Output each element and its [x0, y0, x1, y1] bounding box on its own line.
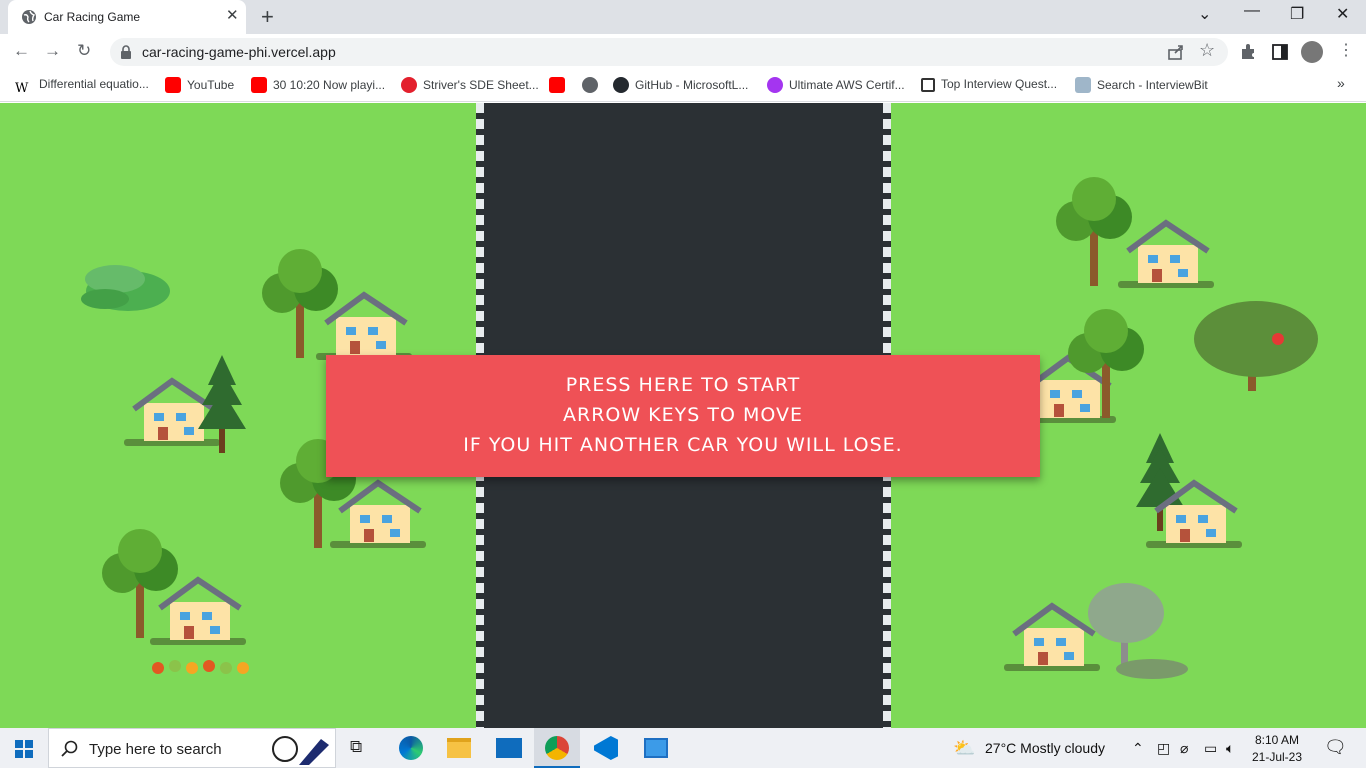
bookmark-github[interactable]: GitHub - MicrosoftL... [613, 77, 748, 93]
udemy-icon [767, 77, 783, 93]
flower-row-icon [152, 660, 249, 674]
bookmark-interviewbit[interactable]: Search - InterviewBit [1075, 77, 1208, 93]
edge-icon[interactable] [399, 736, 423, 760]
more-bookmarks-icon[interactable]: » [1337, 75, 1345, 91]
weather-cloud-icon: ⛅ [953, 738, 976, 758]
browser-toolbar: ← → ↻ car-racing-game-phi.vercel.app ☆ ⋮ [0, 34, 1366, 70]
bookmark-globe[interactable] [582, 77, 604, 93]
bookmark-leetcode[interactable]: Top Interview Quest... [921, 77, 1057, 92]
side-panel-icon[interactable] [1271, 43, 1289, 61]
bookmark-youtube-2[interactable] [549, 77, 571, 93]
bookmark-youtube[interactable]: YouTube [165, 77, 234, 93]
search-highlight-image [259, 731, 335, 767]
bush-icon [81, 265, 170, 311]
youtube-icon [549, 77, 565, 93]
taskbar: Type here to search ⧉ ⛅ 27°C Mostly clou… [0, 728, 1366, 768]
notifications-icon[interactable]: 🗨︎ [1324, 737, 1347, 758]
tab-car-racing-game[interactable]: Car Racing Game ✕ [8, 0, 246, 34]
bookmarks-bar: W Differential equatio... YouTube 30 10:2… [0, 70, 1366, 102]
address-bar[interactable]: car-racing-game-phi.vercel.app [110, 38, 1228, 66]
start-text: PRESS HERE TO START [565, 374, 801, 396]
bookmark-star-icon[interactable]: ☆ [1199, 40, 1215, 61]
control-panel-icon[interactable] [644, 738, 668, 758]
file-explorer-icon[interactable] [447, 738, 471, 758]
globe-icon [582, 77, 598, 93]
interviewbit-icon [1075, 77, 1091, 93]
tree-icon [262, 249, 338, 358]
task-view-icon[interactable]: ⧉ [350, 737, 362, 757]
globe-icon [22, 10, 36, 24]
chrome-icon [545, 736, 569, 760]
house-icon [1118, 223, 1214, 288]
controls-text: ARROW KEYS TO MOVE [563, 404, 803, 426]
search-icon [61, 740, 78, 757]
bookmark-striver[interactable]: Striver's SDE Sheet... [401, 77, 539, 93]
grey-tree-icon [1088, 583, 1188, 679]
close-tab-icon[interactable]: ✕ [226, 6, 239, 24]
house-icon [124, 381, 220, 446]
mail-icon[interactable] [496, 738, 522, 758]
search-placeholder: Type here to search [89, 741, 222, 758]
pine-tree-icon [198, 355, 246, 453]
new-tab-icon[interactable]: + [261, 4, 274, 30]
youtube-icon [251, 77, 267, 93]
github-icon [613, 77, 629, 93]
tab-title: Car Racing Game [44, 10, 141, 24]
tree-icon [1056, 177, 1132, 286]
bookmark-wikipedia[interactable]: W Differential equatio... [15, 77, 149, 97]
vscode-icon[interactable] [594, 736, 618, 760]
network-icon[interactable]: ⌀ [1180, 740, 1188, 757]
house-icon [1004, 606, 1100, 671]
tab-search-icon[interactable]: ⌄ [1198, 4, 1211, 24]
tree-icon [102, 529, 178, 638]
chrome-taskbar-button[interactable] [534, 728, 580, 768]
youtube-icon [165, 77, 181, 93]
minimize-icon[interactable]: — [1244, 2, 1260, 20]
forward-icon[interactable]: → [44, 41, 61, 61]
leetcode-icon [921, 78, 935, 92]
extensions-icon[interactable] [1239, 43, 1257, 61]
clock[interactable]: 8:10 AM 21-Jul-23 [1252, 732, 1302, 766]
restore-icon[interactable]: ❐ [1290, 4, 1304, 24]
house-icon [150, 580, 246, 645]
show-hidden-icons[interactable]: ⌃ [1132, 740, 1144, 757]
tab-strip: Car Racing Game ✕ + ⌄ — ❐ ✕ [0, 0, 1366, 34]
rule-text: IF YOU HIT ANOTHER CAR YOU WILL LOSE. [463, 434, 903, 456]
clock-time: 8:10 AM [1255, 733, 1300, 747]
avatar[interactable] [1301, 41, 1323, 63]
window-close-icon[interactable]: ✕ [1336, 4, 1349, 24]
game-area: PRESS HERE TO START ARROW KEYS TO MOVE I… [0, 103, 1366, 728]
reload-icon[interactable]: ↻ [77, 41, 91, 61]
bookmark-now-playing[interactable]: 30 10:20 Now playi... [251, 77, 385, 93]
meet-now-icon[interactable]: ◰ [1157, 740, 1170, 757]
weather-text[interactable]: 27°C Mostly cloudy [985, 740, 1105, 756]
back-icon[interactable]: ← [13, 41, 30, 61]
clock-date: 21-Jul-23 [1252, 750, 1303, 764]
lock-icon [121, 45, 131, 59]
windows-start-icon[interactable] [15, 740, 33, 758]
start-button[interactable]: PRESS HERE TO START ARROW KEYS TO MOVE I… [326, 355, 1040, 477]
apple-tree-icon [1194, 301, 1318, 391]
share-icon[interactable] [1167, 43, 1185, 61]
bookmark-aws[interactable]: Ultimate AWS Certif... [767, 77, 905, 93]
tuf-icon [401, 77, 417, 93]
wikipedia-icon: W [15, 81, 33, 97]
menu-icon[interactable]: ⋮ [1338, 40, 1354, 60]
battery-icon[interactable]: ▭ [1204, 740, 1217, 757]
taskbar-search-box[interactable]: Type here to search [48, 728, 336, 768]
volume-icon[interactable]: 🔈︎ [1226, 740, 1234, 757]
url-text: car-racing-game-phi.vercel.app [142, 44, 336, 60]
